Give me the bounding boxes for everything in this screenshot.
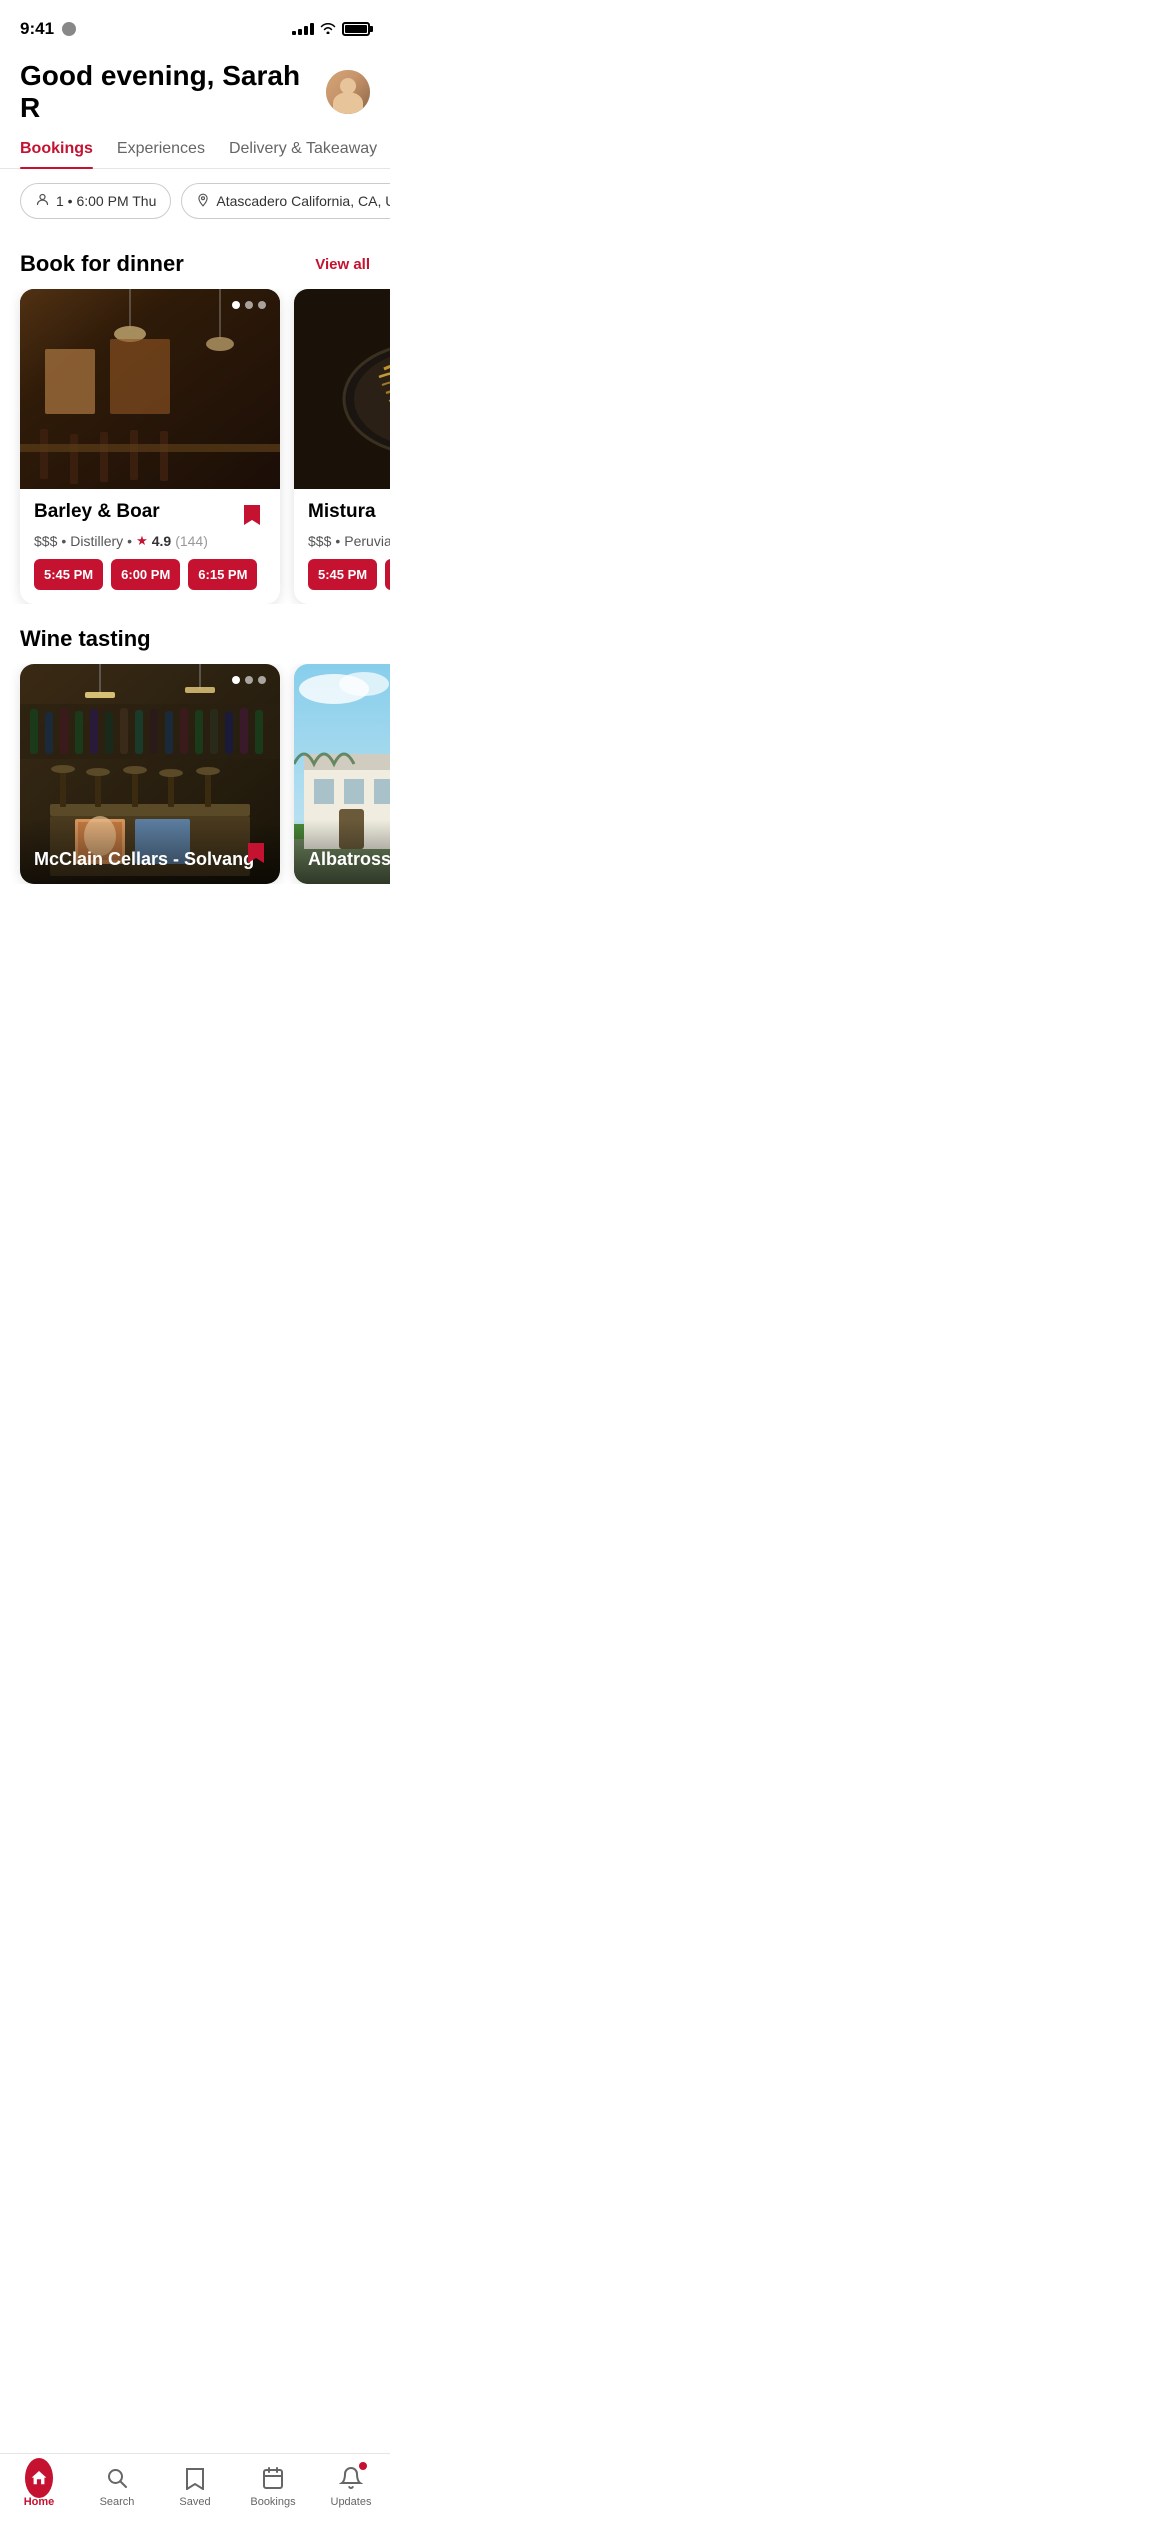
albatross-name: Albatross Rid... [308, 849, 390, 869]
saved-nav-icon [181, 2464, 209, 2492]
mcclain-image: McClain Cellars - Solvang [20, 664, 280, 884]
home-nav-icon [25, 2464, 53, 2492]
greeting-text: Good evening, Sarah R [20, 60, 326, 124]
location-filter-label: Atascadero California, CA, United St... [216, 193, 390, 209]
mistura-time-615[interactable]: 6:15 PM [385, 559, 390, 590]
location-filter[interactable]: Atascadero California, CA, United St... [181, 183, 390, 219]
wine-section-header: Wine tasting [0, 618, 390, 664]
barley-boar-name: Barley & Boar [34, 501, 160, 523]
avatar[interactable] [326, 70, 370, 114]
photo-dots-barley [232, 301, 266, 309]
time-slot-545[interactable]: 5:45 PM [34, 559, 103, 590]
time-slot-615[interactable]: 6:15 PM [188, 559, 257, 590]
barley-boar-image [20, 289, 280, 489]
bookings-nav-icon [259, 2464, 287, 2492]
mcclain-bookmark[interactable] [246, 841, 266, 870]
search-nav-icon [103, 2464, 131, 2492]
mistura-times: 5:45 PM 6:15 PM [308, 559, 390, 590]
nav-bookings[interactable]: Bookings [243, 2464, 303, 2508]
wine-cards: McClain Cellars - Solvang [0, 664, 390, 884]
wine-card-mcclain[interactable]: McClain Cellars - Solvang [20, 664, 280, 884]
status-dot [62, 22, 76, 36]
nav-search[interactable]: Search [87, 2464, 147, 2508]
guests-filter-label: 1 • 6:00 PM Thu [56, 193, 156, 209]
status-icons [292, 21, 370, 37]
header: Good evening, Sarah R [0, 50, 390, 140]
barley-boar-times: 5:45 PM 6:00 PM 6:15 PM [34, 559, 266, 590]
updates-nav-icon [337, 2464, 365, 2492]
nav-home[interactable]: Home [9, 2464, 69, 2508]
photo-dots-mcclain [232, 676, 266, 684]
barley-boar-meta: $$$ • Distillery • ★ 4.9 (144) [34, 533, 266, 549]
status-time: 9:41 [20, 19, 76, 39]
guests-filter[interactable]: 1 • 6:00 PM Thu [20, 183, 171, 219]
wine-section-title: Wine tasting [20, 626, 151, 652]
time-slot-600[interactable]: 6:00 PM [111, 559, 180, 590]
nav-updates[interactable]: Updates [321, 2464, 381, 2508]
saved-nav-label: Saved [179, 2496, 210, 2508]
bottom-nav: Home Search Saved Booki [0, 2453, 390, 2532]
person-icon [35, 192, 50, 210]
search-nav-label: Search [100, 2496, 135, 2508]
location-pin-icon [196, 193, 210, 210]
mistura-meta: $$$ • Peruvian • ★ 4.8 [308, 533, 390, 549]
signal-icon [292, 23, 314, 35]
dinner-cards: Barley & Boar $$$ • Distillery • ★ [0, 289, 390, 604]
filter-row: 1 • 6:00 PM Thu Atascadero California, C… [0, 169, 390, 233]
category-tabs: Bookings Experiences Delivery & Takeaway [0, 140, 390, 169]
mistura-name: Mistura [308, 501, 376, 523]
restaurant-card-mistura[interactable]: Mistura $$$ • Peruvian • ★ 4.8 [294, 289, 390, 604]
dinner-view-all[interactable]: View all [315, 256, 370, 273]
restaurant-card-barley-boar[interactable]: Barley & Boar $$$ • Distillery • ★ [20, 289, 280, 604]
albatross-image: Albatross Rid... [294, 664, 390, 884]
battery-icon [342, 22, 370, 36]
tab-experiences[interactable]: Experiences [117, 140, 205, 168]
tab-bookings[interactable]: Bookings [20, 140, 93, 168]
nav-saved[interactable]: Saved [165, 2464, 225, 2508]
updates-notification-dot [359, 2462, 367, 2470]
wine-section: Wine tasting [0, 608, 390, 888]
dinner-section-title: Book for dinner [20, 251, 184, 277]
dinner-section-header: Book for dinner View all [0, 243, 390, 289]
updates-nav-label: Updates [331, 2496, 372, 2508]
mcclain-name: McClain Cellars - Solvang [34, 849, 254, 869]
mistura-image [294, 289, 390, 489]
barley-boar-bookmark[interactable] [238, 501, 266, 529]
dinner-section: Book for dinner View all [0, 233, 390, 608]
mistura-time-545[interactable]: 5:45 PM [308, 559, 377, 590]
status-bar: 9:41 [0, 0, 390, 50]
wifi-icon [320, 21, 336, 37]
wine-card-albatross[interactable]: Albatross Rid... [294, 664, 390, 884]
bookings-nav-label: Bookings [250, 2496, 295, 2508]
tab-delivery[interactable]: Delivery & Takeaway [229, 140, 377, 168]
